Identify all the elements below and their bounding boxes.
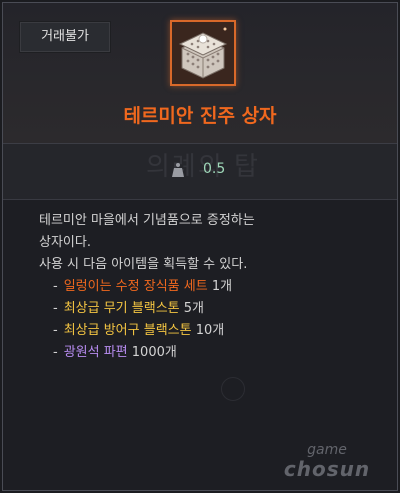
weight-icon [171,162,185,182]
reward-item: - 최상급 방어구 블랙스톤 10개 [53,323,225,338]
item-tooltip: 거래불가 테르미안 진주 상자 의례의 탑 0.5 테르미안 마을에서 기념품으… [2,2,398,491]
item-description: 테르미안 마을에서 기념품으로 증정하는 상자이다. 사용 시 다음 아이템을 … [39,210,379,364]
watermark-logo: game chosun [267,442,387,480]
background-emblem [221,377,245,401]
reward-quantity: 5개 [183,301,204,316]
reward-item: - 최상급 무기 블랙스톤 5개 [53,301,204,316]
description-line: 사용 시 다음 아이템을 획득할 수 있다. [39,257,248,272]
description-line: 상자이다. [39,235,91,250]
trade-restriction-tag: 거래불가 [19,21,111,53]
reward-quantity: 1개 [211,279,233,294]
reward-item: - 광원석 파편 1000개 [53,345,177,360]
tooltip-header: 거래불가 테르미안 진주 상자 [3,3,397,144]
reward-quantity: 1000개 [131,345,177,360]
reward-quantity: 10개 [195,323,225,338]
watermark-line2: chosun [283,457,371,481]
watermark-line1: game [307,442,347,458]
description-line: 테르미안 마을에서 기념품으로 증정하는 [39,213,255,228]
item-name: 테르미안 진주 상자 [123,105,277,127]
weight-value: 0.5 [203,161,226,177]
reward-name: 일렁이는 수정 장식품 세트 [63,279,208,294]
reward-name: 최상급 무기 블랙스톤 [63,301,180,316]
item-stats: 의례의 탑 0.5 [3,144,397,200]
reward-name: 광원석 파편 [63,345,128,360]
reward-name: 최상급 방어구 블랙스톤 [63,323,192,338]
reward-item: - 일렁이는 수정 장식품 세트 1개 [53,279,233,294]
pearl-box-icon [170,20,236,86]
